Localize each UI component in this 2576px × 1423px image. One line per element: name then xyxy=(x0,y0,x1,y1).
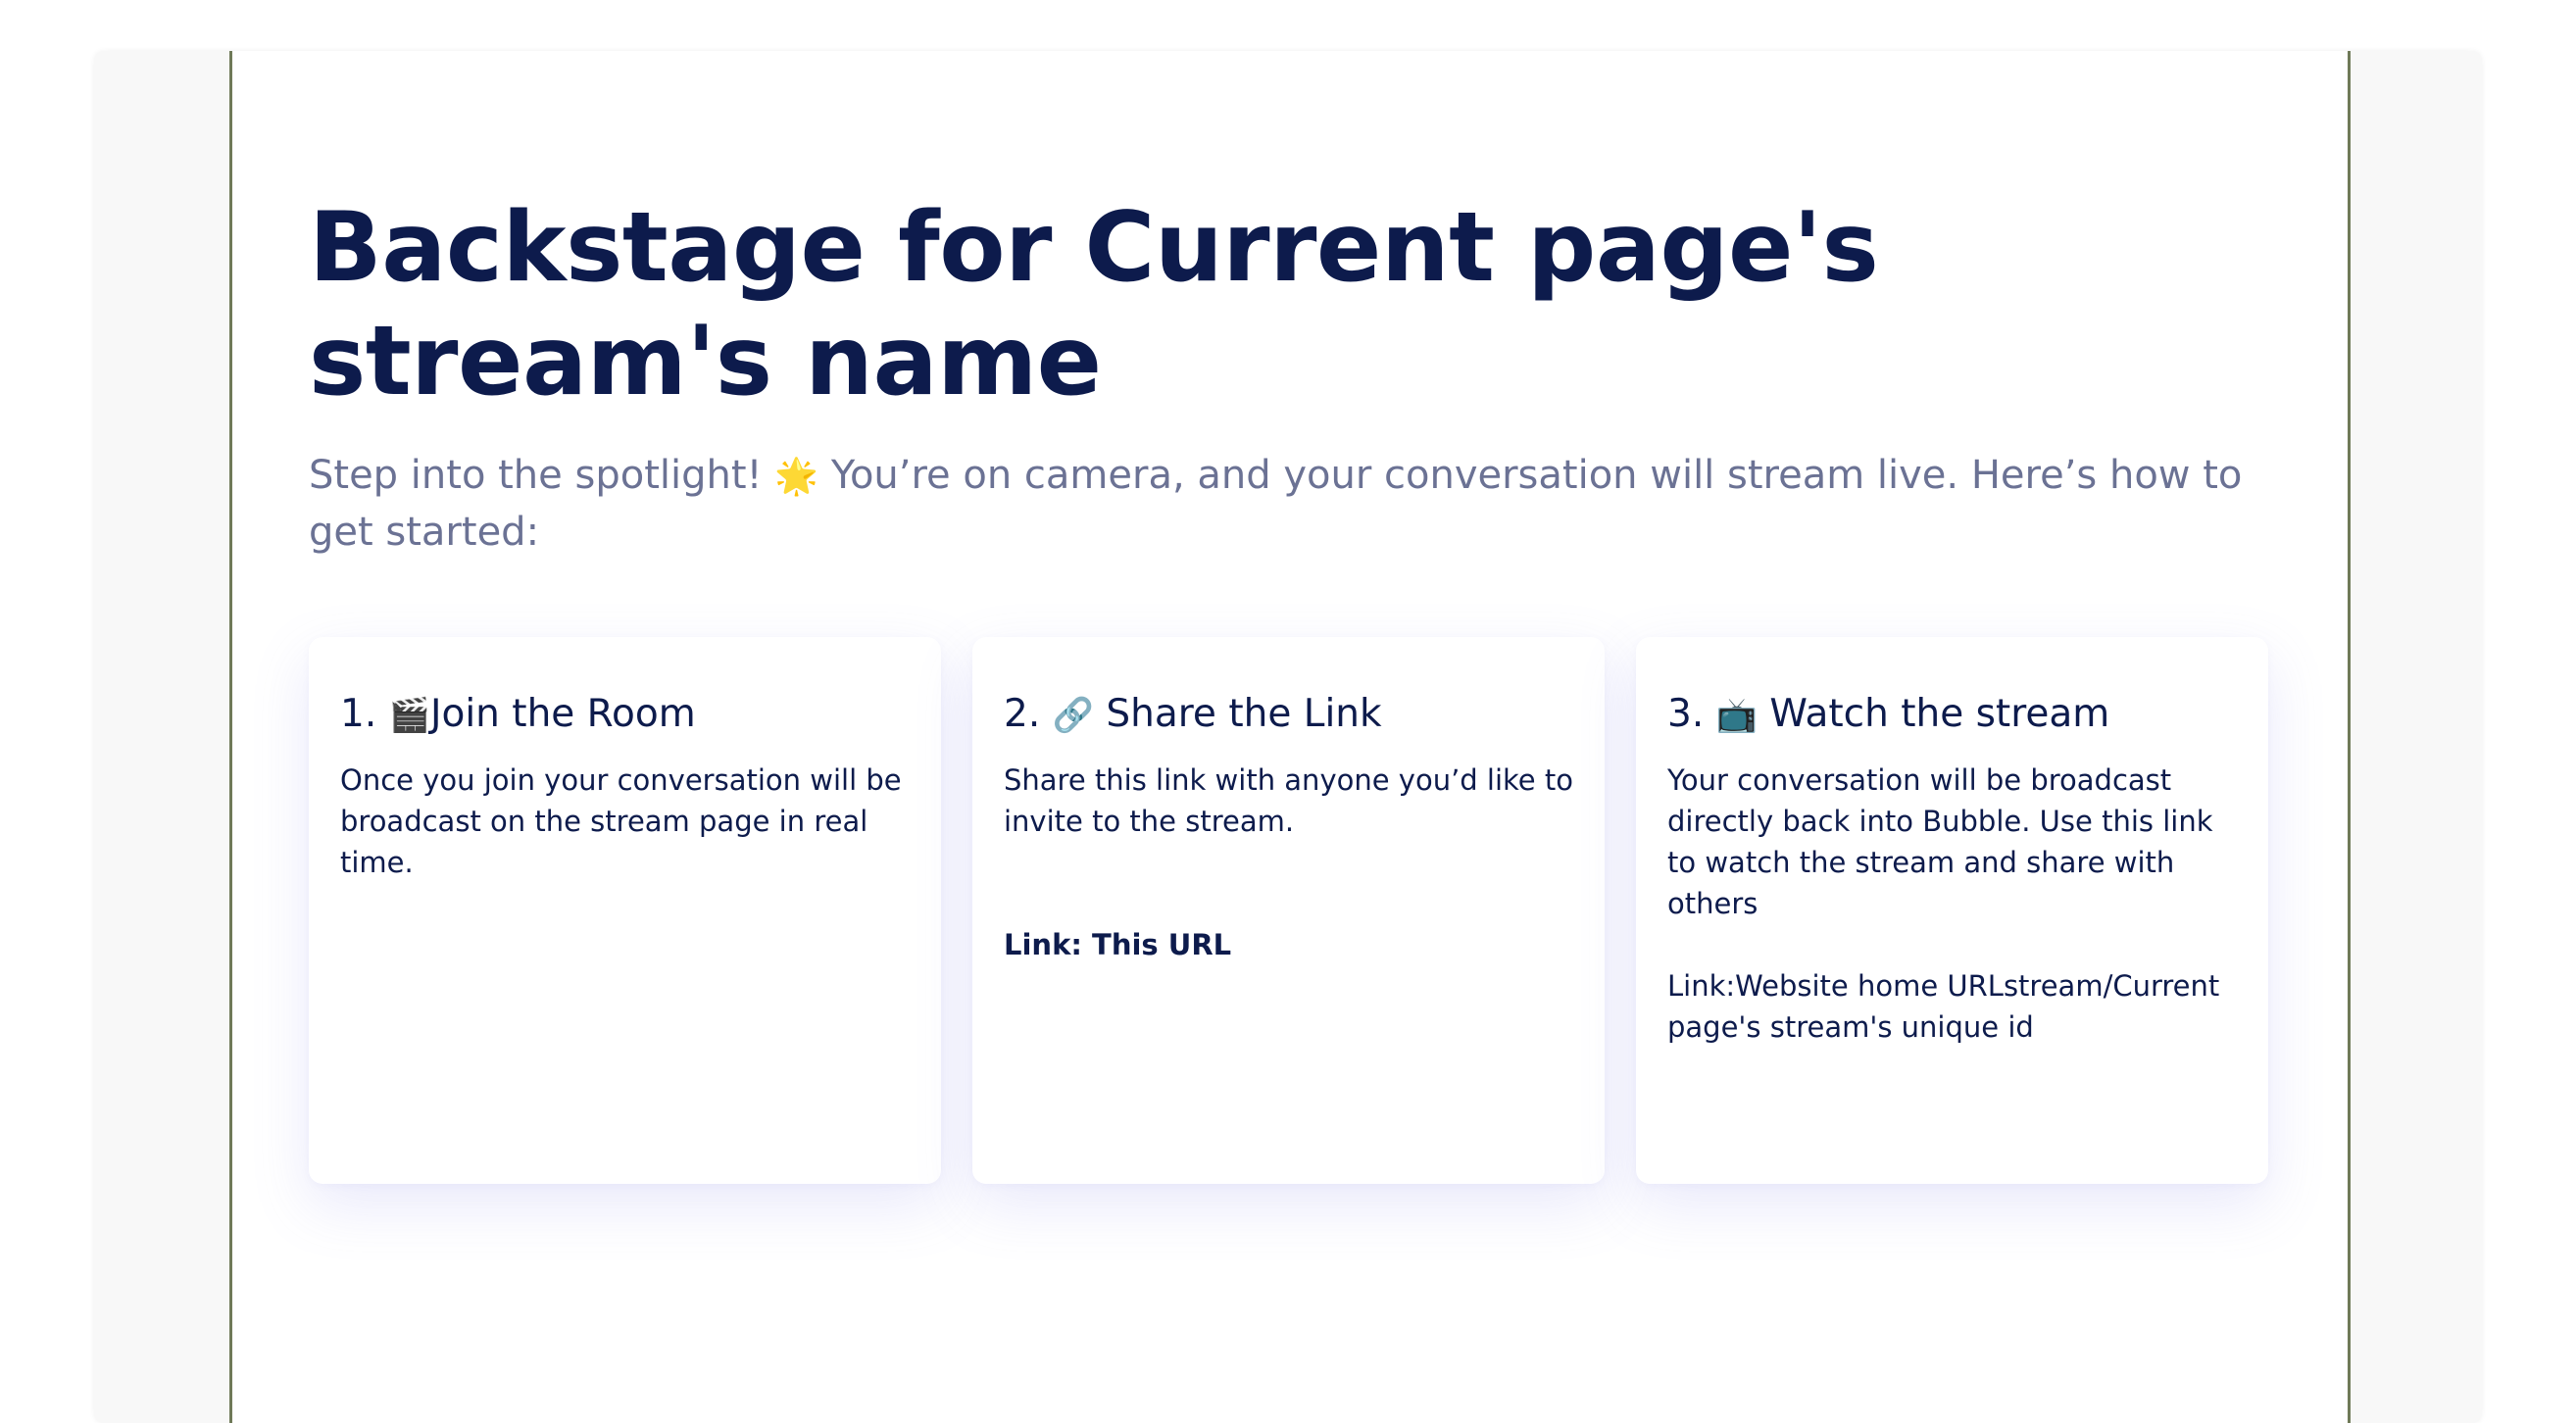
card-title: 1. 🎬Join the Room xyxy=(340,688,910,742)
page-subtitle: Step into the spotlight! 🌟 You’re on cam… xyxy=(309,448,2269,560)
card-title: 3. 📺 Watch the stream xyxy=(1667,688,2237,742)
clapperboard-icon: 🎬 xyxy=(388,696,430,735)
card-body: Once you join your conversation will be … xyxy=(340,763,902,879)
subtitle-lead: Step into the spotlight! xyxy=(309,453,763,498)
card-title: 2. 🔗 Share the Link xyxy=(1004,688,1573,742)
page-title: Backstage for Current page's stream's na… xyxy=(309,192,1879,417)
stream-watch-link[interactable]: Link:Website home URLstream/Current page… xyxy=(1667,965,2237,1048)
step-card-share-link: 2. 🔗 Share the Link Share this link with… xyxy=(972,637,1605,1184)
step-number: 1. xyxy=(340,692,377,736)
card-body: Your conversation will be broadcast dire… xyxy=(1667,763,2213,920)
television-icon: 📺 xyxy=(1715,696,1758,735)
card-title-text: Join the Room xyxy=(429,692,696,736)
sparkle-icon: 🌟 xyxy=(774,457,819,497)
step-number: 3. xyxy=(1667,692,1705,736)
step-card-watch-stream: 3. 📺 Watch the stream Your conversation … xyxy=(1636,637,2268,1184)
step-number: 2. xyxy=(1004,692,1041,736)
card-body: Share this link with anyone you’d like t… xyxy=(1004,763,1573,838)
step-card-join-room: 1. 🎬Join the Room Once you join your con… xyxy=(309,637,941,1184)
link-icon: 🔗 xyxy=(1052,696,1094,735)
card-title-text: Watch the stream xyxy=(1769,692,2110,736)
share-link[interactable]: Link: This URL xyxy=(1004,924,1573,965)
card-title-text: Share the Link xyxy=(1106,692,1382,736)
